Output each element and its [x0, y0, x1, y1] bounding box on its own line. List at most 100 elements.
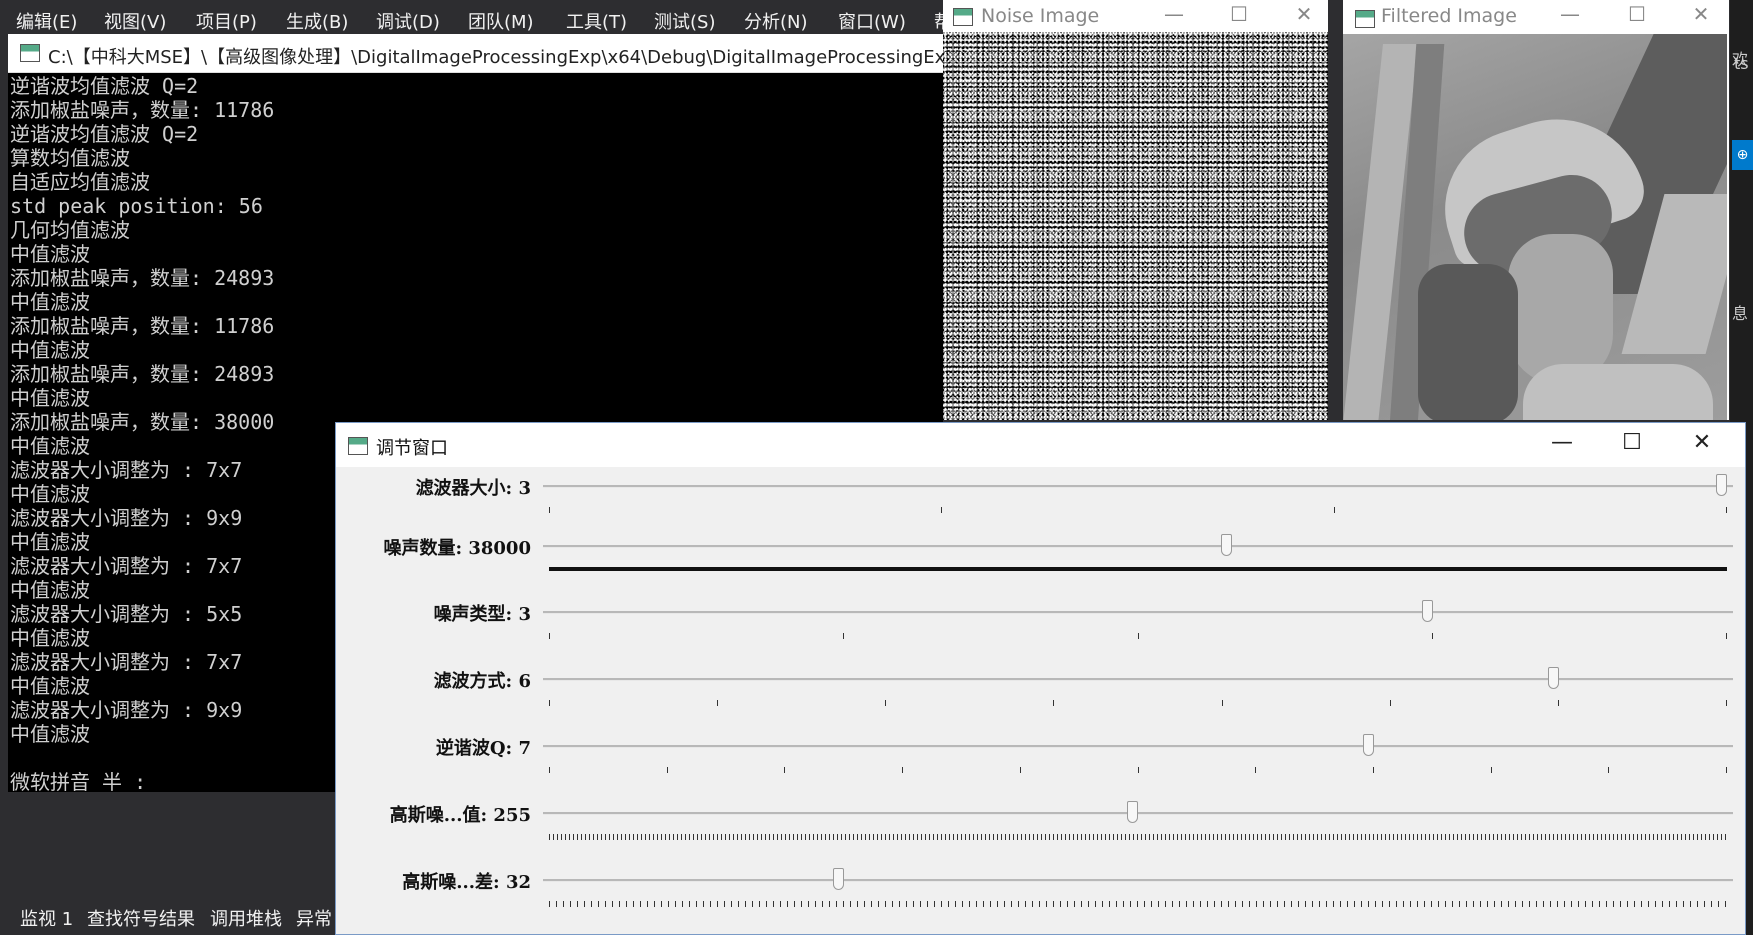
console-line: 中值滤波 [10, 386, 90, 410]
console-titlebar[interactable]: C:\【中科大MSE】\【高级图像处理】\DigitalImageProcess… [8, 34, 962, 73]
console-line: 添加椒盐噪声，数量: 24893 [10, 266, 275, 290]
control-window[interactable]: 调节窗口 — ☐ ✕ 滤波器大小: 3 噪声数量: 38000 噪声类型: 3 滤波方… [335, 422, 1746, 935]
ide-bottom-tabs: 监视 1 查找符号结果 调用堆栈 异常 [0, 895, 340, 935]
menu-test[interactable]: 测试(S) [654, 8, 715, 34]
trackbar-ticks [549, 901, 1727, 907]
trackbar-track[interactable] [543, 485, 1733, 488]
tick-mark [1608, 767, 1610, 773]
trackbar-thumb[interactable] [1221, 534, 1233, 556]
face-region [1508, 234, 1613, 384]
trackbar-thumb[interactable] [1716, 474, 1727, 496]
tick-mark [1431, 633, 1433, 639]
tick-mark [1389, 700, 1391, 706]
tick-mark [1372, 767, 1374, 773]
trackbar-ticks [549, 507, 1727, 513]
trackbar-track[interactable] [543, 879, 1733, 882]
trackbar-filter-method[interactable]: 滤波方式: 6 [336, 667, 1745, 727]
trackbar-label: 高斯噪...值: 255 [389, 805, 531, 826]
trackbar-filter-size[interactable]: 滤波器大小: 3 [336, 474, 1745, 534]
menu-window[interactable]: 窗口(W) [838, 8, 906, 34]
close-icon[interactable]: ✕ [1680, 0, 1722, 30]
tick-mark [1137, 767, 1139, 773]
console-title: C:\【中科大MSE】\【高级图像处理】\DigitalImageProcess… [48, 47, 963, 68]
tick-mark [549, 700, 550, 706]
tick-mark [1557, 700, 1559, 706]
trackbar-track[interactable] [543, 745, 1733, 748]
tab-call-stack[interactable]: 调用堆栈 [210, 905, 282, 931]
filtered-image [1343, 34, 1727, 420]
tick-mark [1726, 700, 1727, 706]
noise-image-window[interactable]: Noise Image — ☐ ✕ [943, 0, 1328, 420]
console-line: 自适应均值滤波 [10, 170, 150, 194]
tick-mark [902, 767, 904, 773]
tick-mark [1137, 633, 1139, 639]
trackbar-inverse-harmonic-q[interactable]: 逆谐波Q: 7 [336, 734, 1745, 794]
tick-mark [666, 767, 668, 773]
console-line: 中值滤波 [10, 290, 90, 314]
trackbar-noise-count[interactable]: 噪声数量: 38000 [336, 534, 1745, 594]
tab-watch-1[interactable]: 监视 1 [20, 905, 73, 931]
maximize-icon[interactable]: ☐ [1616, 0, 1658, 30]
tick-mark [1019, 767, 1021, 773]
tick-mark [549, 767, 550, 773]
tab-find-symbol-results[interactable]: 查找符号结果 [87, 905, 195, 931]
menu-tools[interactable]: 工具(T) [566, 8, 627, 34]
trackbar-ticks [549, 633, 1727, 639]
tick-mark [1221, 700, 1223, 706]
noise-image [943, 32, 1328, 420]
trackbar-noise-type[interactable]: 噪声类型: 3 [336, 600, 1745, 660]
trackbar-thumb[interactable] [1127, 801, 1138, 823]
trackbar-ticks [549, 767, 1727, 773]
menu-project[interactable]: 项目(P) [196, 8, 257, 34]
maximize-icon[interactable]: ☐ [1602, 429, 1662, 461]
trackbar-thumb[interactable] [832, 868, 844, 890]
trackbar-gaussian-mean[interactable]: 高斯噪...值: 255 [336, 801, 1745, 861]
menu-analyze[interactable]: 分析(N) [744, 8, 808, 34]
noise-image-title: Noise Image [981, 5, 1100, 27]
trackbar-label: 噪声类型: 3 [433, 604, 531, 625]
trackbar-track[interactable] [543, 812, 1733, 815]
maximize-icon[interactable]: ☐ [1218, 0, 1260, 30]
filtered-image-titlebar[interactable]: Filtered Image — ☐ ✕ [1343, 0, 1729, 32]
right-strip-text: ts [1734, 54, 1749, 73]
trackbar-track[interactable] [543, 545, 1733, 548]
tick-mark [885, 700, 887, 706]
filtered-image-window[interactable]: Filtered Image — ☐ ✕ [1343, 0, 1729, 420]
menu-view[interactable]: 视图(V) [104, 8, 166, 34]
console-line: std peak position: 56 [10, 194, 263, 218]
trackbar-ticks [549, 834, 1727, 840]
menu-build[interactable]: 生成(B) [286, 8, 348, 34]
close-icon[interactable]: ✕ [1283, 0, 1325, 30]
hair-region [1418, 264, 1518, 420]
right-strip-text: 息 [1732, 304, 1749, 323]
console-line: 添加椒盐噪声，数量: 11786 [10, 314, 275, 338]
trackbar-label: 高斯噪...差: 32 [402, 872, 531, 893]
minimize-icon[interactable]: — [1549, 0, 1591, 30]
tick-mark [717, 700, 719, 706]
trackbar-label: 滤波方式: 6 [433, 671, 531, 692]
trackbar-track[interactable] [543, 611, 1733, 614]
trackbar-gaussian-stddev[interactable]: 高斯噪...差: 32 [336, 868, 1745, 928]
minimize-icon[interactable]: — [1153, 0, 1195, 30]
console-line: 中值滤波 [10, 242, 90, 266]
trackbar-thumb[interactable] [1421, 600, 1433, 622]
minimize-icon[interactable]: — [1532, 429, 1592, 461]
shoulder-region [1523, 364, 1713, 420]
trackbar-ticks [549, 700, 1727, 706]
close-icon[interactable]: ✕ [1672, 429, 1732, 461]
console-line: 添加椒盐噪声，数量: 24893 [10, 362, 275, 386]
menu-debug[interactable]: 调试(D) [376, 8, 440, 34]
trackbar-thumb[interactable] [1547, 667, 1559, 689]
tab-exceptions[interactable]: 异常 [296, 905, 332, 931]
tick-mark [549, 507, 550, 513]
console-line: 几何均值滤波 [10, 218, 130, 242]
pin-icon[interactable]: ⊕ [1732, 140, 1753, 170]
console-line: 中值滤波 [10, 338, 90, 362]
menu-team[interactable]: 团队(M) [468, 8, 534, 34]
trackbar-thumb[interactable] [1362, 734, 1374, 756]
control-window-titlebar[interactable]: 调节窗口 — ☐ ✕ [336, 423, 1745, 467]
filtered-image-title: Filtered Image [1381, 5, 1517, 27]
noise-image-titlebar[interactable]: Noise Image — ☐ ✕ [943, 0, 1328, 32]
tick-mark [1726, 507, 1727, 513]
menu-edit[interactable]: 编辑(E) [16, 8, 77, 34]
